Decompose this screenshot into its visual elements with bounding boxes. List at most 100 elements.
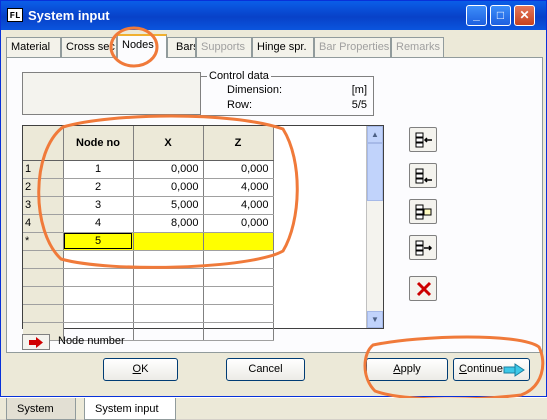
row-header[interactable] [23,250,64,269]
cell-z[interactable] [203,268,274,287]
scroll-thumb[interactable] [367,143,383,201]
cell-x[interactable]: 0,000 [133,178,204,197]
scroll-up-icon[interactable]: ▲ [367,126,383,143]
taskbar: System System input [0,397,547,420]
apply-button[interactable]: Apply [366,358,448,381]
tab-remarks: Remarks [391,37,444,57]
ok-button[interactable]: OK [103,358,178,381]
row-header[interactable]: * [23,232,64,251]
append-row-button[interactable] [409,235,437,260]
cell-x[interactable]: 8,000 [133,214,204,233]
table-header-row: Node no X Z [23,126,274,161]
cell-node-no[interactable] [63,304,134,323]
tab-material[interactable]: Material [6,37,61,57]
close-button[interactable]: ✕ [514,5,535,26]
dimension-value: [m] [351,84,367,96]
row-header[interactable]: 4 [23,214,64,233]
minimize-button[interactable]: _ [466,5,487,26]
task-tab-system-input[interactable]: System input [84,398,176,420]
cell-z[interactable] [203,304,274,323]
cell-node-no[interactable]: 4 [63,214,134,233]
row-header[interactable]: 1 [23,160,64,179]
cell-node-no[interactable]: 5 [63,232,134,251]
row-header[interactable] [23,304,64,323]
cell-node-no[interactable] [63,250,134,269]
nodes-table: Node no X Z 1 1 0,000 0,000 2 2 0,000 4,000 3 3 5,… [23,126,274,341]
cell-z[interactable] [203,250,274,269]
scroll-down-icon[interactable]: ▼ [367,311,383,328]
table-row[interactable]: 4 4 8,000 0,000 [23,214,274,233]
cell-z[interactable]: 0,000 [203,160,274,179]
cell-z[interactable]: 4,000 [203,178,274,197]
column-header-x[interactable]: X [133,126,204,161]
apply-label-underline: A [393,363,401,375]
row-header[interactable]: 2 [23,178,64,197]
control-data-legend: Control data [207,70,271,82]
cell-z[interactable] [203,286,274,305]
row-value: 5/5 [351,99,367,111]
tab-hinge-spr[interactable]: Hinge spr. [252,37,314,57]
tab-nodes[interactable]: Nodes [117,34,167,58]
task-tab-system[interactable]: System [6,398,76,420]
cell-node-no[interactable]: 3 [63,196,134,215]
dimension-label: Dimension: [227,84,283,96]
copy-row-icon [415,204,432,220]
cell-z[interactable] [203,322,274,341]
insert-row-after-button[interactable] [409,163,437,188]
window-title: System input [28,8,110,23]
delete-row-button[interactable] [409,276,437,301]
corner-cell [23,126,64,161]
copy-row-button[interactable] [409,199,437,224]
system-input-window: FL System input _ □ ✕ Material Cross sec… [0,0,547,398]
maximize-button[interactable]: □ [490,5,511,26]
empty-table-row[interactable] [23,286,274,305]
insert-row-after-icon [415,168,432,184]
continue-label-post: ontinue [466,363,504,375]
nodes-grid[interactable]: Node no X Z 1 1 0,000 0,000 2 2 0,000 4,000 3 3 5,… [22,125,384,341]
legend-arrow-box [22,334,50,350]
tab-bars[interactable]: Bars [167,37,196,57]
cell-x[interactable]: 0,000 [133,160,204,179]
empty-table-row[interactable] [23,268,274,287]
app-icon: FL [7,8,23,22]
cell-z[interactable]: 4,000 [203,196,274,215]
column-header-z[interactable]: Z [203,126,274,161]
cell-x[interactable] [133,268,204,287]
append-row-icon [415,240,433,256]
cell-x[interactable] [133,232,204,251]
new-table-row[interactable]: * 5 [23,232,274,251]
cell-z[interactable]: 0,000 [203,214,274,233]
empty-table-row[interactable] [23,304,274,323]
apply-label-post: pply [400,363,421,375]
cell-x[interactable] [133,286,204,305]
cell-x[interactable]: 5,000 [133,196,204,215]
cell-node-no[interactable]: 2 [63,178,134,197]
delete-row-icon [416,281,432,297]
continue-button[interactable]: Continue [453,358,530,381]
ok-label-underline: O [132,363,142,375]
cell-z[interactable] [203,232,274,251]
empty-table-row[interactable] [23,250,274,269]
cell-node-no[interactable] [63,268,134,287]
title-bar[interactable]: FL System input _ □ ✕ [1,1,546,30]
control-data-group: Control data Dimension: [m] Row: 5/5 [200,70,374,116]
cell-x[interactable] [133,250,204,269]
table-row[interactable]: 2 2 0,000 4,000 [23,178,274,197]
table-row[interactable]: 1 1 0,000 0,000 [23,160,274,179]
tab-strip: Material Cross sec Nodes Bars Supports H… [6,34,541,58]
vertical-scrollbar[interactable]: ▲ ▼ [366,126,383,328]
cancel-button[interactable]: Cancel [226,358,305,381]
row-header[interactable] [23,268,64,287]
table-row[interactable]: 3 3 5,000 4,000 [23,196,274,215]
insert-row-before-button[interactable] [409,127,437,152]
cell-x[interactable] [133,304,204,323]
tab-supports: Supports [196,37,252,57]
tab-cross-sec[interactable]: Cross sec [61,37,117,57]
cell-x[interactable] [133,322,204,341]
row-header[interactable]: 3 [23,196,64,215]
cell-node-no[interactable] [63,286,134,305]
column-header-node-no[interactable]: Node no [63,126,134,161]
cyan-arrow-icon [503,363,525,377]
cell-node-no[interactable]: 1 [63,160,134,179]
row-header[interactable] [23,286,64,305]
